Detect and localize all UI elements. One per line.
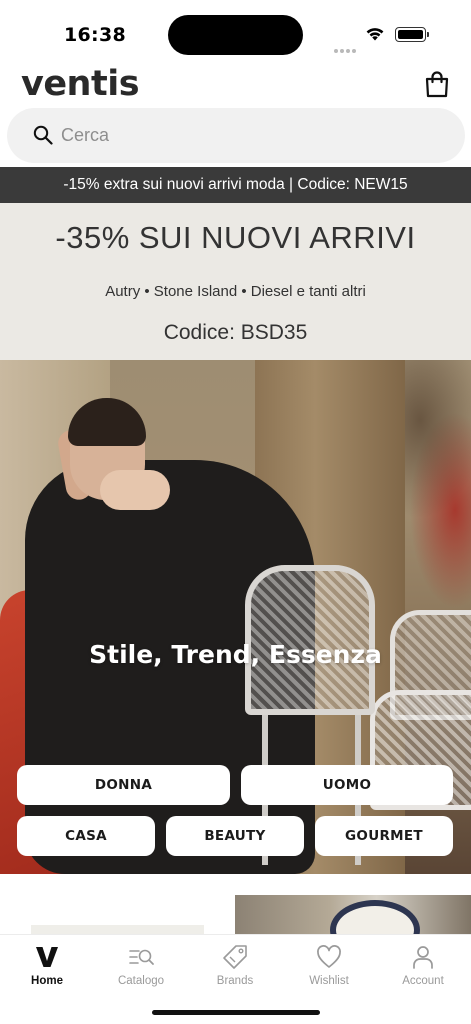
category-button-casa[interactable]: CASA [17,816,155,856]
tab-label: Home [31,975,63,987]
sale-banner[interactable]: -35% SUI NUOVI ARRIVI Autry • Stone Isla… [0,203,471,360]
tab-account[interactable]: Account [376,943,470,995]
shopping-bag-button[interactable] [424,70,450,98]
home-v-icon [36,947,58,967]
battery-icon [395,27,426,42]
status-time: 16:38 [64,24,126,46]
brand-logo[interactable]: ventis [21,64,140,104]
tab-home[interactable]: Home [0,943,94,995]
hero-banner[interactable]: Stile, Trend, Essenza DONNA UOMO CASA BE… [0,360,471,874]
sale-title: -35% SUI NUOVI ARRIVI [55,220,416,255]
tab-label: Account [402,975,444,987]
search-input[interactable] [61,120,441,150]
tab-label: Catalogo [117,975,165,987]
battery-cap [427,32,429,37]
category-button-gourmet[interactable]: GOURMET [315,816,453,856]
wifi-icon [366,28,384,41]
cellular-signal-icon [334,38,358,53]
tab-label: Wishlist [309,975,349,987]
tab-wishlist[interactable]: Wishlist [282,943,376,995]
dynamic-island [168,15,303,55]
category-button-beauty[interactable]: BEAUTY [166,816,304,856]
promo-strip[interactable]: -15% extra sui nuovi arrivi moda | Codic… [0,167,471,203]
sale-code: Codice: BSD35 [163,321,308,344]
tab-catalogo[interactable]: Catalogo [94,943,188,995]
hero-model-shoulder [100,470,170,510]
tag-icon [223,945,247,969]
category-button-donna[interactable]: DONNA [17,765,230,805]
tab-brands[interactable]: Brands [188,943,282,995]
shopping-bag-icon [425,71,449,98]
tab-label: Brands [216,975,254,987]
catalog-search-icon [129,949,154,965]
hero-title: Stile, Trend, Essenza [89,640,382,669]
sale-brands: Autry • Stone Island • Diesel e tanti al… [105,283,366,300]
person-icon [413,946,433,969]
search-icon [33,125,53,145]
home-indicator [152,1010,320,1015]
category-button-uomo[interactable]: UOMO [241,765,453,805]
search-bar[interactable] [7,108,465,163]
status-bar: 16:38 [0,0,471,62]
heart-icon [317,945,341,968]
